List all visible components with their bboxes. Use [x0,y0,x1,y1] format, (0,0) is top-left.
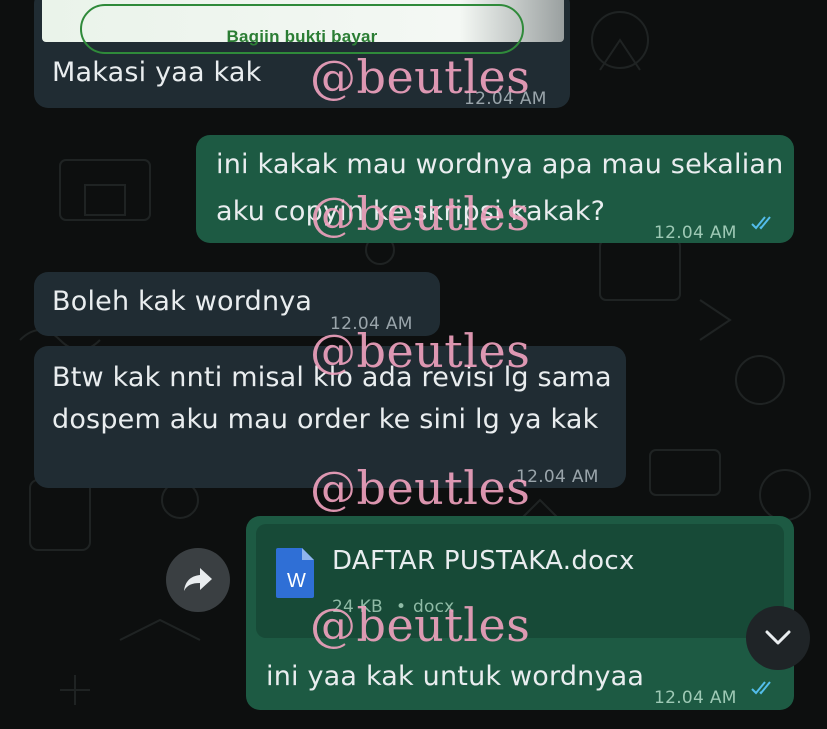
chat-window: Bagiin bukti bayar Makasi yaa kak 12.04 … [0,0,827,729]
message-time: 12.04 AM [464,89,547,109]
document-attachment[interactable]: W DAFTAR PUSTAKA.docx 24 KB • docx [256,524,784,638]
forward-arrow-icon [184,568,212,591]
incoming-message[interactable]: Boleh kak wordnya 12.04 AM [34,272,440,336]
message-time: 12.04 AM [654,223,737,243]
message-text-line-1: ini kakak mau wordnya apa mau sekalian [216,149,784,180]
incoming-message[interactable]: Bagiin bukti bayar Makasi yaa kak 12.04 … [34,0,570,109]
receipt-preview-card[interactable]: Bagiin bukti bayar [42,0,564,54]
message-text: Makasi yaa kak [52,57,262,88]
message-text-line-2: dospem aku mau order ke sini lg ya kak [52,404,599,435]
share-payment-proof-button[interactable]: Bagiin bukti bayar [80,4,524,54]
double-check-icon [751,216,771,230]
document-meta-separator: • [396,597,407,617]
document-size: 24 KB [332,597,383,617]
scroll-to-bottom-button[interactable] [746,606,810,670]
chevron-down-icon [765,630,791,645]
document-type: docx [413,597,455,617]
incoming-message[interactable]: Btw kak nnti misal klo ada revisi lg sam… [34,346,626,488]
message-time: 12.04 AM [654,688,737,708]
message-text: Boleh kak wordnya [52,286,313,317]
outgoing-document-message[interactable]: W DAFTAR PUSTAKA.docx 24 KB • docx ini y… [246,516,794,710]
message-text: ini yaa kak untuk wordnyaa [266,661,645,692]
double-check-icon [751,681,771,695]
outgoing-message[interactable]: ini kakak mau wordnya apa mau sekalian a… [196,135,794,243]
message-text-line-1: Btw kak nnti misal klo ada revisi lg sam… [52,362,612,393]
document-type-letter: W [287,570,307,592]
message-time: 12.04 AM [330,314,413,334]
message-text-line-2: aku copyin ke skripsi kakak? [216,196,606,227]
forward-button[interactable] [166,548,230,612]
document-file-name: DAFTAR PUSTAKA.docx [332,546,635,576]
message-time: 12.04 AM [516,467,599,487]
